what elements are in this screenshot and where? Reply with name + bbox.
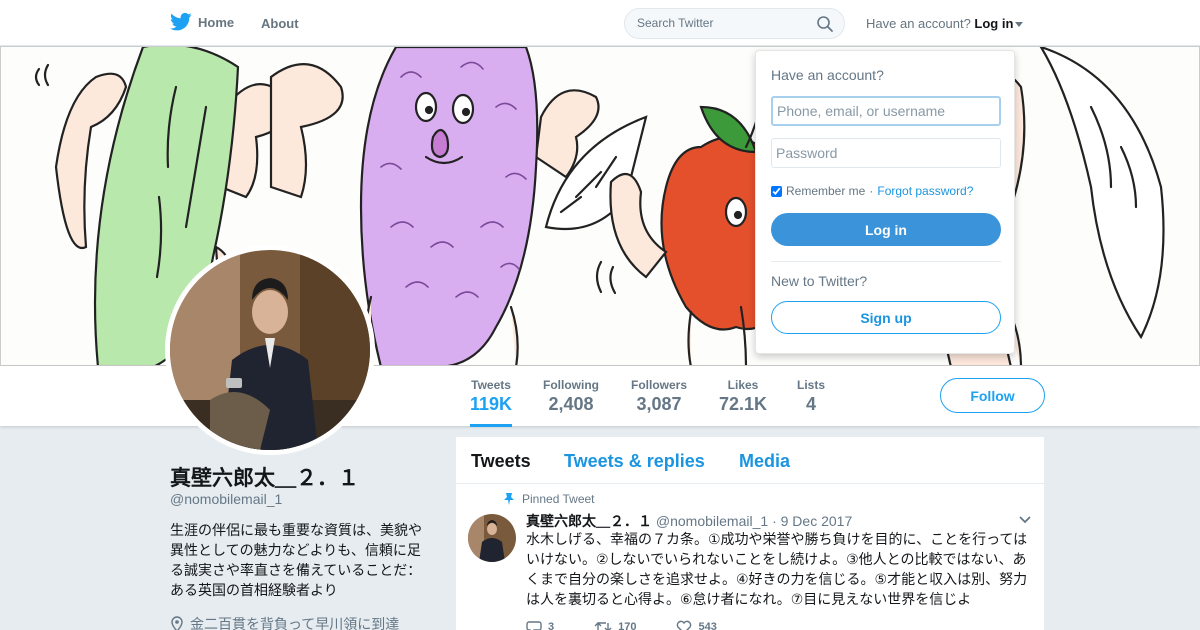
stat-value: 3,087 <box>636 394 682 414</box>
tweet-avatar[interactable] <box>468 514 516 562</box>
tweet-header: 真壁六郎太＿２．１ @nomobilemail_1 · 9 Dec 2017 <box>526 511 852 531</box>
search-input[interactable] <box>637 16 807 30</box>
avatar-photo <box>170 250 370 450</box>
profile-location: 金二百貫を背負って早川領に到達 <box>170 614 399 630</box>
login-dropdown: Have an account? Remember me · Forgot pa… <box>755 50 1015 354</box>
password-input[interactable] <box>771 138 1001 168</box>
stat-followers[interactable]: Followers 3,087 <box>631 378 687 415</box>
stat-label: Likes <box>727 378 759 392</box>
pin-icon <box>504 493 514 505</box>
tweet-date[interactable]: 9 Dec 2017 <box>781 513 853 529</box>
follow-button[interactable]: Follow <box>940 378 1045 413</box>
chevron-down-icon[interactable] <box>1018 515 1032 525</box>
home-link[interactable]: Home <box>170 12 234 32</box>
tab-media[interactable]: Media <box>739 451 790 472</box>
login-button[interactable]: Log in <box>771 213 1001 246</box>
retweet-count: 170 <box>618 621 637 630</box>
timeline-tabs: Tweets Tweets & replies Media <box>456 437 1044 484</box>
stat-following[interactable]: Following 2,408 <box>543 378 599 415</box>
tweet-avatar-photo <box>468 514 516 562</box>
stat-value: 4 <box>806 394 817 414</box>
home-label: Home <box>198 14 235 30</box>
stat-label: Tweets <box>471 378 511 392</box>
tweet-author-handle[interactable]: @nomobilemail_1 <box>656 513 768 529</box>
reply-button[interactable]: 3 <box>526 620 554 630</box>
like-count: 543 <box>698 621 717 630</box>
caret-down-icon <box>1015 22 1024 28</box>
reply-count: 3 <box>548 621 555 630</box>
search-box <box>624 8 845 39</box>
retweet-button[interactable]: 170 <box>594 620 636 630</box>
profile-name[interactable]: 真壁六郎太＿２．１ <box>170 462 359 492</box>
stat-lists[interactable]: Lists 4 <box>797 378 825 415</box>
tweet-author-name[interactable]: 真壁六郎太＿２．１ <box>526 513 652 529</box>
stat-label: Following <box>543 378 599 392</box>
account-menu: Have an account? Log in <box>866 16 1024 31</box>
account-prompt: Have an account? <box>866 16 971 31</box>
timeline: Tweets Tweets & replies Media Pinned Twe… <box>456 437 1044 630</box>
separator-dot: · <box>869 184 874 198</box>
heart-icon <box>677 620 692 630</box>
tweet-actions: 3 170 543 <box>526 620 717 630</box>
like-button[interactable]: 543 <box>676 620 717 630</box>
profile-avatar[interactable] <box>165 245 375 455</box>
signup-button[interactable]: Sign up <box>771 301 1001 334</box>
pinned-text: Pinned Tweet <box>522 492 595 506</box>
remember-label[interactable]: Remember me <box>786 184 865 198</box>
forgot-password-link[interactable]: Forgot password? <box>877 184 973 198</box>
stat-tweets[interactable]: Tweets 119K <box>470 378 513 427</box>
reply-icon <box>526 621 542 630</box>
stat-value: 119K <box>470 394 513 414</box>
stat-value: 72.1K <box>719 394 768 414</box>
profile-handle[interactable]: @nomobilemail_1 <box>170 491 282 507</box>
stat-value: 2,408 <box>548 394 594 414</box>
about-link[interactable]: About <box>261 16 299 31</box>
tweet-dot: · <box>772 513 777 529</box>
login-dropdown-toggle[interactable]: Log in <box>974 16 1024 31</box>
remember-row: Remember me · Forgot password? <box>771 184 973 198</box>
remember-checkbox[interactable] <box>771 185 782 197</box>
top-nav: Home About Have an account? Log in <box>0 0 1200 46</box>
profile-bio: 生涯の伴侶に最も重要な資質は、美貌や異性としての魅力などよりも、信頼に足る誠実さ… <box>170 522 422 598</box>
location-pin-icon <box>171 616 183 630</box>
stat-likes[interactable]: Likes 72.1K <box>719 378 767 415</box>
new-to-twitter-text: New to Twitter? <box>771 273 868 289</box>
login-heading: Have an account? <box>771 67 884 83</box>
tweet-text: 水木しげる、幸福の７カ条。①成功や栄誉や勝ち負けを目的に、ことを行ってはいけない… <box>526 531 1028 607</box>
retweet-icon <box>594 622 612 630</box>
divider <box>771 261 1001 262</box>
stat-label: Followers <box>631 378 688 392</box>
location-text: 金二百貫を背負って早川領に到達 <box>190 616 400 630</box>
tab-tweets-and-replies[interactable]: Tweets & replies <box>564 451 705 472</box>
tab-tweets[interactable]: Tweets <box>471 451 531 472</box>
search-icon[interactable] <box>816 15 834 33</box>
twitter-bird-icon <box>170 12 192 31</box>
stat-label: Lists <box>797 378 826 392</box>
username-input[interactable] <box>771 96 1001 126</box>
pinned-tweet-label: Pinned Tweet <box>504 492 595 506</box>
